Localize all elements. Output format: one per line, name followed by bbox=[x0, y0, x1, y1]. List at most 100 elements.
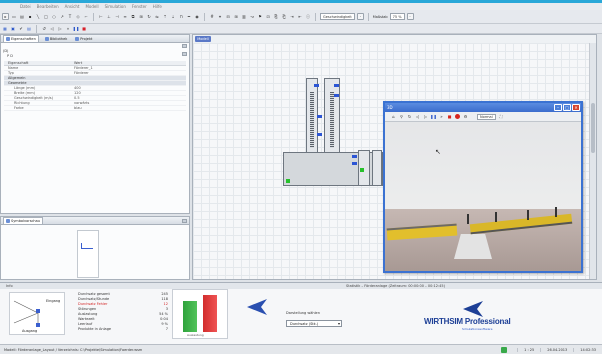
line-tool-icon[interactable]: ╲ bbox=[35, 13, 41, 20]
drive-unit-icon[interactable] bbox=[334, 84, 339, 87]
canvas-scroll-thumb[interactable] bbox=[591, 103, 595, 153]
column-header-property[interactable]: Eigenschaft bbox=[4, 61, 72, 65]
property-value[interactable] bbox=[72, 81, 186, 85]
drive-unit-icon[interactable] bbox=[314, 84, 319, 87]
fast-forward-icon[interactable]: » bbox=[65, 25, 71, 32]
rotate-view-icon[interactable]: ↻ bbox=[407, 114, 412, 119]
sensor-icon[interactable]: ◉ bbox=[194, 13, 200, 20]
conveyor-icon[interactable]: ═ bbox=[186, 13, 192, 20]
display-select[interactable]: Durchsatz (Stk.) ▾ bbox=[286, 320, 342, 327]
symbol-panel-close-button[interactable] bbox=[182, 219, 187, 223]
lock-icon[interactable]: ⊡ bbox=[265, 13, 271, 20]
ungroup-icon[interactable]: ⊞ bbox=[138, 13, 144, 20]
property-value[interactable] bbox=[72, 76, 186, 80]
monitor-icon[interactable]: ▣ bbox=[10, 25, 16, 32]
3d-scene[interactable]: ↖ bbox=[385, 122, 581, 271]
layer-down-icon[interactable]: ⇣ bbox=[170, 13, 176, 20]
viewer-speed-select[interactable]: Normal bbox=[477, 113, 496, 120]
menu-simulation[interactable]: Simulation bbox=[105, 4, 126, 9]
step-back-icon[interactable]: ◁ bbox=[49, 25, 55, 32]
info-icon[interactable]: ⓘ bbox=[305, 13, 311, 20]
align-right-icon[interactable]: ⊣ bbox=[114, 13, 120, 20]
tab-properties[interactable]: Eigenschaften bbox=[3, 35, 39, 42]
step-back-icon[interactable]: ◁ bbox=[415, 114, 420, 119]
text-tool-icon[interactable]: T bbox=[67, 13, 73, 20]
property-value[interactable]: Förderer bbox=[72, 71, 186, 75]
measure-icon[interactable]: ⊟ bbox=[225, 13, 231, 20]
property-value[interactable]: vorwärts bbox=[72, 101, 186, 105]
camera-reset-icon[interactable]: ⌂ bbox=[391, 114, 396, 119]
distribute-icon[interactable]: ≡ bbox=[122, 13, 128, 20]
stop-icon[interactable]: ■ bbox=[447, 114, 452, 119]
align-center-icon[interactable]: ⊥ bbox=[106, 13, 112, 20]
viewer-titlebar[interactable]: 3D bbox=[385, 103, 581, 112]
menu-file[interactable]: Datei bbox=[20, 4, 31, 9]
zoom-select[interactable]: 75 % bbox=[389, 13, 405, 20]
menu-help[interactable]: Hilfe bbox=[153, 4, 162, 9]
route-icon[interactable]: ↝ bbox=[249, 13, 255, 20]
connector-tool-icon[interactable]: ⌐ bbox=[83, 13, 89, 20]
pause-icon[interactable]: ❚❚ bbox=[73, 25, 80, 32]
drive-unit-icon[interactable] bbox=[352, 155, 357, 158]
zoom-fit-button[interactable]: · bbox=[406, 13, 414, 20]
arrow-tool-icon[interactable]: ↗ bbox=[59, 13, 65, 20]
grid-icon[interactable]: # bbox=[209, 13, 215, 20]
viewer-close-button[interactable]: ✕ bbox=[572, 104, 580, 111]
panel-minimize-button[interactable] bbox=[182, 44, 187, 48]
window-layout-icon[interactable]: ▦ bbox=[2, 25, 8, 32]
copy-icon[interactable]: ⎘ bbox=[273, 13, 279, 20]
stop-icon[interactable]: ■ bbox=[81, 25, 87, 32]
fullscreen-icon[interactable]: ⛶ bbox=[499, 114, 504, 119]
pause-icon[interactable]: ❚❚ bbox=[430, 114, 437, 119]
menu-model[interactable]: Modell bbox=[85, 4, 98, 9]
sensor-marker[interactable] bbox=[360, 168, 364, 172]
station-icon[interactable]: ⊓ bbox=[178, 13, 184, 20]
speed-confirm-button[interactable]: · bbox=[356, 13, 364, 20]
play-icon[interactable]: ▷ bbox=[423, 114, 428, 119]
record-icon[interactable] bbox=[455, 114, 460, 119]
fast-forward-icon[interactable]: » bbox=[439, 114, 444, 119]
reset-icon[interactable]: ↺ bbox=[41, 25, 47, 32]
property-value[interactable]: blau bbox=[72, 106, 186, 110]
tab-model[interactable]: Modell bbox=[195, 36, 211, 42]
snap-icon[interactable]: ⌖ bbox=[217, 13, 223, 20]
canvas-vertical-scrollbar[interactable] bbox=[589, 43, 596, 279]
checkmark-icon[interactable]: ✔ bbox=[18, 25, 24, 32]
menu-view[interactable]: Ansicht bbox=[65, 4, 80, 9]
mirror-icon[interactable]: ⇋ bbox=[154, 13, 160, 20]
tab-symbol-preview[interactable]: Symbolvorschau bbox=[3, 217, 44, 224]
align-left-icon[interactable]: ⊢ bbox=[98, 13, 104, 20]
tab-library[interactable]: Bibliothek bbox=[43, 35, 69, 42]
table-icon[interactable]: ⊞ bbox=[233, 13, 239, 20]
property-value[interactable]: 0.5 bbox=[72, 96, 186, 100]
circle-tool-icon[interactable]: ○ bbox=[51, 13, 57, 20]
viewer-minimize-button[interactable]: – bbox=[554, 104, 562, 111]
play-icon[interactable]: ▷ bbox=[57, 25, 63, 32]
panel-pin-button[interactable] bbox=[182, 52, 187, 56]
property-row[interactable]: Farbe blau bbox=[4, 106, 186, 111]
transfer-unit-right[interactable] bbox=[372, 150, 382, 186]
speed-select[interactable]: Geschwindigkeit bbox=[320, 13, 355, 20]
layer-up-icon[interactable]: ⇡ bbox=[162, 13, 168, 20]
select-arrow-icon[interactable]: ▸ bbox=[2, 13, 9, 20]
drive-unit-icon[interactable] bbox=[352, 162, 357, 165]
group-icon[interactable]: ⧉ bbox=[130, 13, 136, 20]
drive-unit-icon[interactable] bbox=[334, 94, 339, 97]
source-marker[interactable] bbox=[286, 179, 290, 183]
chart-icon[interactable]: ▥ bbox=[241, 13, 247, 20]
previous-arrow-icon[interactable] bbox=[247, 299, 267, 315]
open-folder-icon[interactable]: ▤ bbox=[19, 13, 25, 20]
export-icon[interactable]: ⇥ bbox=[289, 13, 295, 20]
property-value[interactable]: 120 bbox=[72, 91, 186, 95]
property-filter-field[interactable]: P D bbox=[7, 54, 37, 59]
drive-unit-icon[interactable] bbox=[317, 115, 322, 118]
viewer-maximize-button[interactable]: □ bbox=[563, 104, 571, 111]
settings-icon[interactable]: ⚙ bbox=[463, 114, 468, 119]
tab-project[interactable]: Projekt bbox=[73, 35, 94, 42]
save-icon[interactable]: ▪ bbox=[27, 13, 33, 20]
menu-window[interactable]: Fenster bbox=[132, 4, 147, 9]
rotate-icon[interactable]: ↻ bbox=[146, 13, 152, 20]
import-icon[interactable]: ⇤ bbox=[297, 13, 303, 20]
column-header-value[interactable]: Wert bbox=[72, 61, 186, 65]
menu-edit[interactable]: Bearbeiten bbox=[37, 4, 59, 9]
